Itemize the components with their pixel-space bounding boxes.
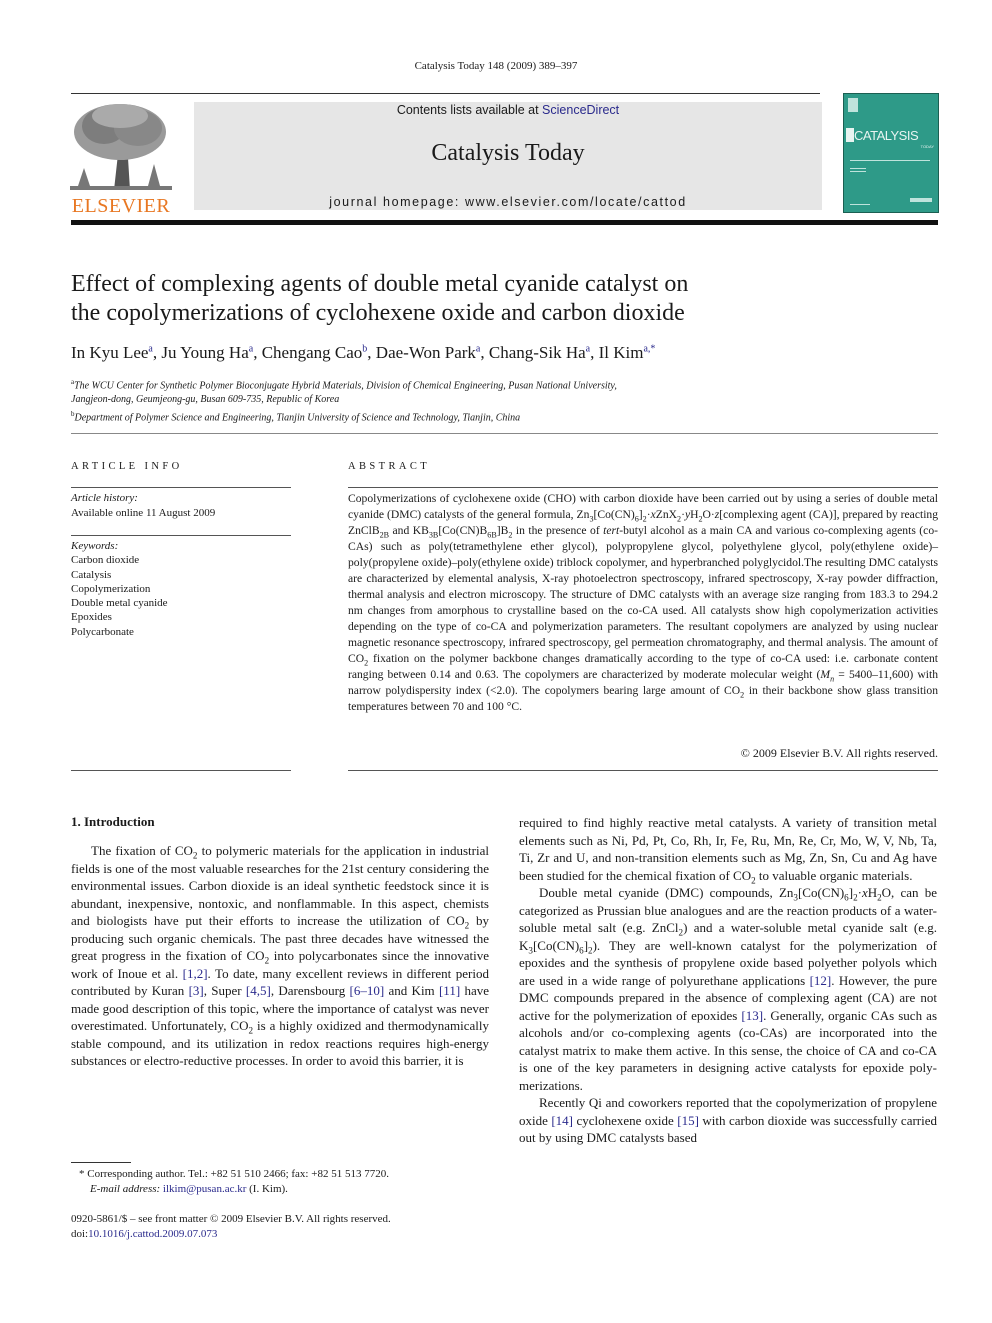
divider: [348, 487, 938, 488]
abstract-text: Copolymerizations of cyclohexene oxide (…: [348, 492, 939, 713]
citation-link[interactable]: [3]: [189, 983, 204, 998]
divider: [348, 770, 938, 771]
cover-line: [850, 204, 870, 205]
cover-line: [850, 171, 866, 172]
front-matter: 0920-5861/$ – see front matter © 2009 El…: [71, 1212, 501, 1242]
cover-publisher-mark-icon: [910, 198, 932, 202]
divider: [71, 535, 291, 536]
author[interactable]: In Kyu Leea: [71, 343, 153, 362]
elsevier-logo[interactable]: ELSEVIER: [70, 102, 172, 217]
keyword: Polycarbonate: [71, 625, 134, 638]
email-suffix: (I. Kim).: [246, 1183, 288, 1195]
journal-cover-thumbnail[interactable]: CATALYSIS TODAY: [843, 93, 939, 213]
citation-link[interactable]: [15]: [677, 1113, 699, 1128]
author-list: In Kyu Leea, Ju Young Haa, Chengang Caob…: [71, 343, 656, 362]
section-rule: [71, 433, 938, 434]
tree-icon: [70, 102, 172, 192]
cover-block-icon: [846, 128, 854, 142]
divider: [71, 770, 291, 771]
affiliations: aThe WCU Center for Synthetic Polymer Bi…: [71, 375, 931, 426]
masthead-rule: [71, 220, 938, 225]
affiliation: bDepartment of Polymer Science and Engin…: [71, 410, 521, 424]
body-column-left: The fixation of CO2 to polymeric materia…: [71, 842, 489, 1070]
paragraph: required to find highly reactive metal c…: [519, 815, 937, 886]
cover-subtitle: TODAY: [920, 144, 934, 149]
sciencedirect-link[interactable]: ScienceDirect: [542, 103, 619, 117]
history-value: Available online 11 August 2009: [71, 506, 216, 519]
author[interactable]: Chengang Caob: [262, 343, 368, 362]
keywords: Keywords: Carbon dioxide Catalysis Copol…: [71, 539, 291, 639]
abstract-heading: ABSTRACT: [348, 461, 431, 472]
corresponding-author-footnote: * Corresponding author. Tel.: +82 51 510…: [71, 1167, 501, 1197]
front-matter-text: 0920-5861/$ – see front matter © 2009 El…: [71, 1213, 391, 1225]
email-label: E-mail address:: [90, 1183, 161, 1195]
affiliation: aThe WCU Center for Synthetic Polymer Bi…: [71, 378, 617, 392]
corresponding-author-text: * Corresponding author. Tel.: +82 51 510…: [79, 1168, 389, 1180]
keyword: Catalysis: [71, 568, 112, 581]
publisher-name: ELSEVIER: [71, 195, 171, 217]
paragraph: Recently Qi and coworkers reported that …: [519, 1095, 937, 1145]
citation-link[interactable]: [6–10]: [350, 983, 385, 998]
article-history: Article history: Available online 11 Aug…: [71, 491, 291, 520]
cover-emblem-icon: [848, 98, 858, 112]
article-info-heading: ARTICLE INFO: [71, 461, 183, 472]
keywords-label: Keywords:: [71, 540, 119, 552]
cover-line: [850, 160, 930, 161]
citation-link[interactable]: [1,2]: [183, 966, 208, 981]
keyword: Epoxides: [71, 611, 112, 624]
history-label: Article history:: [71, 492, 138, 504]
header-rule: [71, 93, 820, 94]
section-heading-introduction: 1. Introduction: [71, 814, 155, 829]
author[interactable]: Chang-Sik Haa: [489, 343, 590, 362]
contents-prefix: Contents lists available at: [396, 103, 543, 117]
author[interactable]: Ju Young Haa: [161, 343, 253, 362]
contents-line: Contents lists available at ScienceDirec…: [194, 103, 822, 117]
footnote-rule: [71, 1162, 131, 1163]
title-line: the copolymerizations of cyclohexene oxi…: [71, 300, 685, 326]
cover-line: [850, 168, 866, 169]
abstract-copyright: © 2009 Elsevier B.V. All rights reserved…: [740, 746, 938, 760]
cover-title: CATALYSIS: [854, 128, 919, 143]
running-head: Catalysis Today 148 (2009) 389–397: [414, 60, 578, 72]
affiliation-cont: Jangjeon-dong, Geumjeong-gu, Busan 609-7…: [71, 394, 340, 406]
title-line: Effect of complexing agents of double me…: [71, 271, 689, 297]
author[interactable]: Dae-Won Parka: [376, 343, 481, 362]
journal-name: Catalysis Today: [431, 140, 585, 166]
citation-link[interactable]: [13]: [741, 1008, 763, 1023]
citation-link[interactable]: [4,5]: [246, 983, 271, 998]
email-link[interactable]: ilkim@pusan.ac.kr: [163, 1183, 246, 1195]
paragraph: Double metal cyanide (DMC) compounds, Zn…: [519, 885, 937, 1093]
keyword: Double metal cyanide: [71, 597, 168, 610]
journal-homepage-link[interactable]: journal homepage: www.elsevier.com/locat…: [194, 195, 822, 209]
doi-link[interactable]: 10.1016/j.cattod.2009.07.073: [88, 1228, 217, 1240]
author[interactable]: Il Kima,*: [599, 343, 656, 362]
divider: [71, 487, 291, 488]
doi-label: doi:: [71, 1228, 89, 1240]
citation-link[interactable]: [14]: [551, 1113, 573, 1128]
keyword: Copolymerization: [71, 582, 151, 595]
citation-link[interactable]: [12]: [810, 973, 832, 988]
body-column-right: required to find highly reactive metal c…: [519, 814, 937, 1147]
citation-link[interactable]: [11]: [439, 983, 460, 998]
paragraph: The fixation of CO2 to polymeric materia…: [71, 843, 490, 1068]
article-title: Effect of complexing agents of double me…: [71, 270, 931, 328]
keyword: Carbon dioxide: [71, 554, 140, 567]
